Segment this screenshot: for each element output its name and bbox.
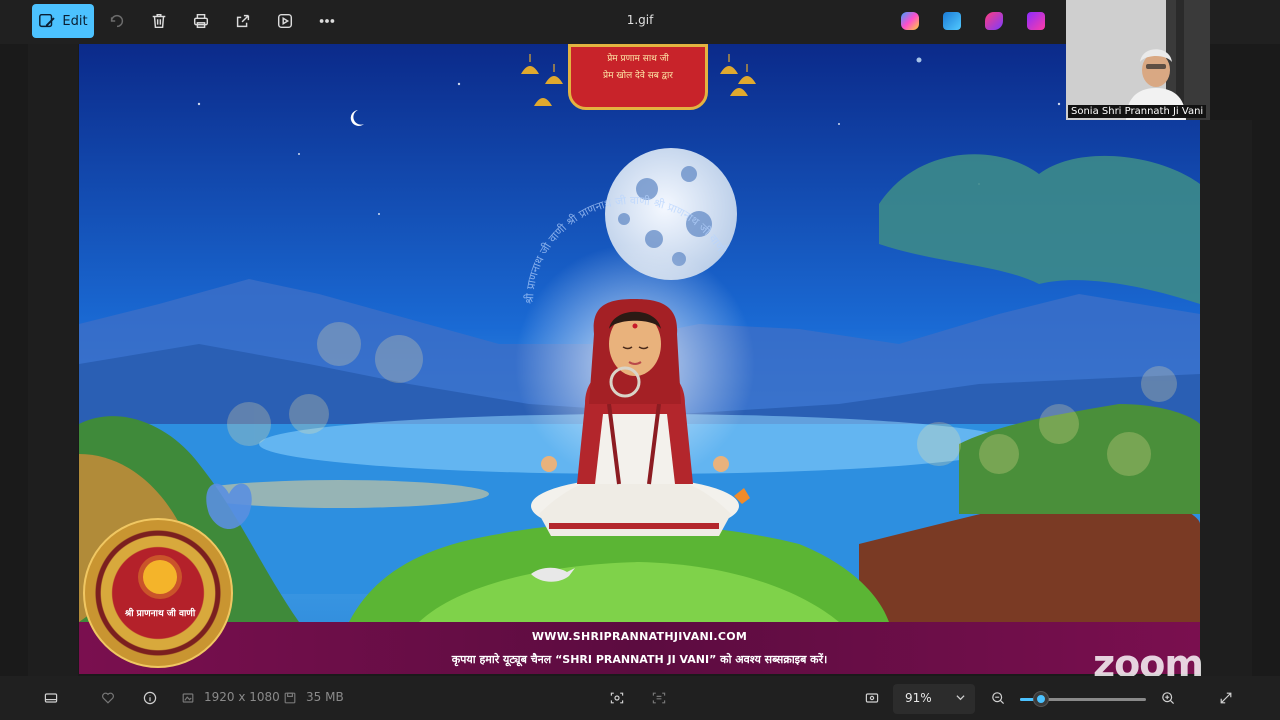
channel-logo: श्री प्राणनाथ जी वाणी [83, 518, 233, 668]
video-editor-icon[interactable] [1027, 12, 1045, 30]
file-size: 35 MB [306, 690, 344, 704]
file-size-icon [280, 688, 300, 708]
displayed-image[interactable]: श्री प्राणनाथ जी वाणी श्री प्राणनाथ जी व… [79, 44, 1200, 674]
participant-video [1066, 0, 1210, 120]
zoom-slider-thumb[interactable] [1034, 692, 1049, 706]
zoom-in-icon[interactable] [1158, 688, 1178, 708]
edit-button-label: Edit [62, 13, 88, 29]
bottom-status-bar: 1920 x 1080 35 MB 91% [0, 676, 1280, 720]
rotate-icon[interactable] [106, 10, 128, 32]
svg-text:श्री प्राणनाथ जी वाणी श्री प्र: श्री प्राणनाथ जी वाणी श्री प्राणनाथ जी व… [523, 194, 729, 304]
print-icon[interactable] [190, 10, 212, 32]
participant-name: Sonia Shri Prannath Ji Vani [1068, 105, 1207, 118]
fullscreen-icon[interactable] [1216, 688, 1236, 708]
image-footer-band: WWW.SHRIPRANNATHJIVANI.COM कृपया हमारे य… [79, 622, 1200, 674]
actual-size-icon[interactable] [862, 688, 882, 708]
dimensions-icon [178, 688, 198, 708]
filmstrip-icon[interactable] [41, 688, 61, 708]
footer-message: कृपया हमारे यूट्यूब चैनल “SHRI PRANNATH … [451, 653, 828, 666]
circular-text: श्री प्राणनाथ जी वाणी श्री प्राणनाथ जी व… [523, 194, 729, 304]
chevron-down-icon [956, 695, 965, 701]
share-icon[interactable] [232, 10, 254, 32]
info-icon[interactable] [140, 688, 160, 708]
file-title: 1.gif [626, 13, 654, 27]
banner-line-2: प्रेम खोल देवे सब द्वार [603, 71, 673, 81]
image-dimensions: 1920 x 1080 [204, 690, 280, 704]
top-banner: प्रेम प्रणाम साथ जी प्रेम खोल देवे सब द्… [568, 44, 708, 110]
slideshow-icon[interactable] [274, 10, 296, 32]
sun-emblem-icon [143, 560, 177, 594]
text-extract-icon[interactable] [649, 688, 669, 708]
zoom-slider[interactable] [1020, 692, 1146, 706]
visual-search-icon[interactable] [607, 688, 627, 708]
copilot-icon[interactable] [901, 12, 919, 30]
favorite-icon[interactable] [98, 688, 118, 708]
participant-video-tile[interactable]: Sonia Shri Prannath Ji Vani [1066, 0, 1210, 120]
designer-icon[interactable] [943, 12, 961, 30]
more-options-icon[interactable] [316, 10, 338, 32]
circular-text-ring: श्री प्राणनाथ जी वाणी श्री प्राणनाथ जी व… [523, 194, 729, 304]
zoom-level-value: 91% [905, 691, 932, 705]
zoom-out-icon[interactable] [988, 688, 1008, 708]
delete-icon[interactable] [148, 10, 170, 32]
footer-url: WWW.SHRIPRANNATHJIVANI.COM [531, 630, 748, 643]
logo-text: श्री प्राणनाथ जी वाणी [124, 609, 196, 619]
zoom-level-select[interactable]: 91% [893, 684, 975, 714]
clipchamp-icon[interactable] [985, 12, 1003, 30]
left-gutter [28, 44, 78, 676]
banner-line-1: प्रेम प्रणाम साथ जी [607, 54, 669, 64]
edit-button[interactable]: Edit [32, 4, 94, 38]
edit-image-icon [39, 13, 56, 28]
right-gutter [1200, 120, 1252, 676]
